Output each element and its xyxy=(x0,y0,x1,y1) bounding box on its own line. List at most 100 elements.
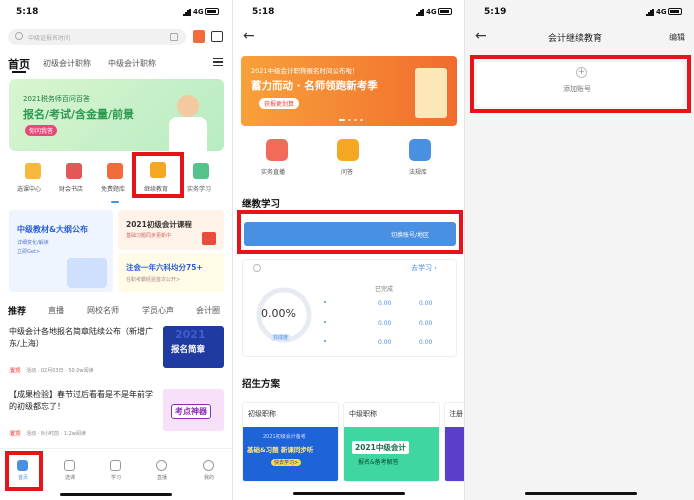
practice-study-icon[interactable] xyxy=(193,163,209,179)
battery-icon xyxy=(438,8,452,15)
page-dot xyxy=(111,201,119,203)
add-account-label[interactable]: 添加账号 xyxy=(563,84,591,94)
back-arrow-icon[interactable]: ← xyxy=(243,28,255,44)
stat-total-2: 0.00 xyxy=(419,320,433,327)
book-icon[interactable] xyxy=(110,460,121,471)
go-study-link[interactable]: 去学习 › xyxy=(411,263,437,273)
progress-label: 完成度 xyxy=(271,334,291,341)
panel-education-detail: 5:18 4G ← 2021中级会计职称报名时间公布啦！ 蓄力而动 · 名师领跑… xyxy=(232,0,464,500)
promo-illustration xyxy=(67,258,107,288)
promo-left-sub2: 立即Get> xyxy=(17,249,41,255)
tab-junior-accounting[interactable]: 初级会计职称 xyxy=(43,58,91,69)
qa-icon[interactable] xyxy=(337,139,359,161)
banner-dots xyxy=(339,119,369,121)
edit-button[interactable]: 编辑 xyxy=(669,32,685,43)
search-input: 中级证报名时间 xyxy=(28,35,71,42)
banner-button[interactable]: 你问我答 xyxy=(25,125,58,136)
nav-course[interactable]: 选课 xyxy=(58,474,82,481)
icon-label-bookstore: 财会书店 xyxy=(59,186,84,193)
bottom-nav: 首页 选课 学习 直播 我的 xyxy=(0,448,232,500)
icon-label-continuing-education: 继续教育 xyxy=(144,186,169,193)
gift-box-icon xyxy=(202,232,216,245)
question-bank-icon[interactable] xyxy=(107,163,123,179)
tab-home[interactable]: 首页 xyxy=(8,56,30,72)
person-illustration xyxy=(177,95,199,117)
thumb-text-2: 考点神器 xyxy=(171,404,211,419)
stat-done-2: 0.00 xyxy=(378,320,392,327)
icon-label-practice-study: 实务学习 xyxy=(187,186,212,193)
home-icon[interactable] xyxy=(17,460,28,471)
promo-left-title: 中级教材&大纲公布 xyxy=(17,225,88,234)
nav-home[interactable]: 首页 xyxy=(11,474,35,481)
course-icon[interactable] xyxy=(64,460,75,471)
news-thumb-1[interactable]: 2021 报名简章 xyxy=(163,326,224,368)
gift-icon[interactable] xyxy=(193,30,205,43)
course-center-icon[interactable] xyxy=(25,163,41,179)
education-banner[interactable]: 2021中级会计职称报名时间公布啦！ 蓄力而动 · 名师领跑新考季 获报更划算 xyxy=(241,56,457,126)
search-bar[interactable]: 中级证报名时间 xyxy=(8,29,186,45)
plus-icon[interactable]: + xyxy=(576,67,587,78)
news-title-1[interactable]: 中级会计各地报名简章陆续公布（新增广东/上海） xyxy=(9,326,155,350)
news-meta-row-1: 置顶 活动 · 02月03日 · 50.0w阅读 xyxy=(9,357,159,376)
banner-decoration xyxy=(415,68,447,118)
feed-tab-teachers[interactable]: 网校名师 xyxy=(87,305,119,316)
nav-live[interactable]: 直播 xyxy=(150,474,174,481)
network-type: 4G xyxy=(193,8,204,16)
thumb-text-1: 报名简章 xyxy=(171,345,206,355)
status-time: 5:18 xyxy=(252,7,275,17)
panel-home: 5:18 4G 中级证报名时间 首页 初级会计职称 中级会计职称 2021税务师… xyxy=(0,0,232,500)
feed-tab-live[interactable]: 直播 xyxy=(48,305,64,316)
go-study-text[interactable]: 去学习 xyxy=(411,264,432,272)
feed-tab-student-voice[interactable]: 学员心声 xyxy=(142,305,174,316)
bookstore-icon[interactable] xyxy=(66,163,82,179)
profile-icon[interactable] xyxy=(203,460,214,471)
news-title-2[interactable]: 【成果检验】春节过后看看是不是年前学的初级都忘了！ xyxy=(9,389,159,413)
back-arrow-icon[interactable]: ← xyxy=(475,28,487,44)
add-account-card[interactable]: + 添加账号 xyxy=(477,62,683,107)
tab-intermediate-accounting[interactable]: 中级会计职称 xyxy=(108,58,156,69)
person-body xyxy=(169,117,207,151)
nav-study[interactable]: 学习 xyxy=(104,474,128,481)
home-indicator xyxy=(60,493,172,496)
scan-icon[interactable] xyxy=(170,33,178,41)
news-thumb-2[interactable]: 考点神器 xyxy=(163,389,224,431)
news-meta-row-2: 置顶 活动 · 8小时前 · 1.2w阅读 xyxy=(9,420,159,439)
home-banner[interactable]: 2021税务师百问百答 报名/考试/含金量/前景 你问我答 xyxy=(9,79,224,151)
banner-button[interactable]: 获报更划算 xyxy=(259,98,300,109)
promo-junior-course[interactable]: 2021初级会计课程 基础习题同步更新中 xyxy=(118,210,224,250)
nav-mine[interactable]: 我的 xyxy=(197,474,221,481)
stat-done-1: 0.00 xyxy=(378,300,392,307)
menu-icon[interactable] xyxy=(213,58,223,66)
banner-line1: 2021税务师百问百答 xyxy=(23,95,90,103)
feed-tab-recommend[interactable]: 推荐 xyxy=(8,304,26,317)
promo-cpa[interactable]: 注会一年六科均分75+ 在职考霸经验首次公开> xyxy=(118,253,224,292)
page-title: 会计继续教育 xyxy=(548,34,603,44)
card-label-intermediate: 中级职称 xyxy=(349,410,377,418)
icon-label-question-bank: 免费题库 xyxy=(101,186,126,193)
card-cpa-title[interactable]: 注册 xyxy=(444,402,464,482)
card-intermediate-title[interactable]: 中级职称 2021中级会计 报名&备考解答 xyxy=(343,402,440,482)
play-icon[interactable] xyxy=(156,460,167,471)
card-junior-title[interactable]: 初级职称 2021初级会计备考 基础&习题 新课同步听 快去学习> xyxy=(242,402,339,482)
promo-rb-title: 注会一年六科均分75+ xyxy=(126,263,203,272)
network-type: 4G xyxy=(426,8,437,16)
regulation-library-icon[interactable] xyxy=(409,139,431,161)
switch-account-bar[interactable]: 切换账号/地区 xyxy=(244,222,456,246)
feed-tab-accounting-circle[interactable]: 会计圈 xyxy=(196,305,220,316)
banner-line2: 报名/考试/含金量/前景 xyxy=(23,108,135,121)
graduation-cap-icon[interactable] xyxy=(150,162,166,178)
info-icon xyxy=(253,264,261,272)
card-junior-button[interactable]: 快去学习> xyxy=(271,459,302,466)
icon-label-course-center: 选课中心 xyxy=(17,186,42,193)
network-type: 4G xyxy=(656,8,667,16)
switch-account-text[interactable]: 切换账号/地区 xyxy=(391,230,429,239)
banner-line1: 2021中级会计职称报名时间公布啦！ xyxy=(251,67,359,75)
promo-textbook[interactable]: 中级教材&大纲公布 详细变化/解读 立即Get> xyxy=(9,210,113,292)
card-intermediate-line2: 报名&备考解答 xyxy=(358,459,399,466)
search-icon xyxy=(15,32,23,40)
promo-rb-sub: 在职考霸经验首次公开> xyxy=(126,277,181,283)
news-meta-1: 活动 · 02月03日 · 50.0w阅读 xyxy=(26,368,94,374)
battery-icon xyxy=(668,8,682,15)
live-calendar-icon[interactable] xyxy=(266,139,288,161)
message-icon[interactable] xyxy=(211,31,223,42)
